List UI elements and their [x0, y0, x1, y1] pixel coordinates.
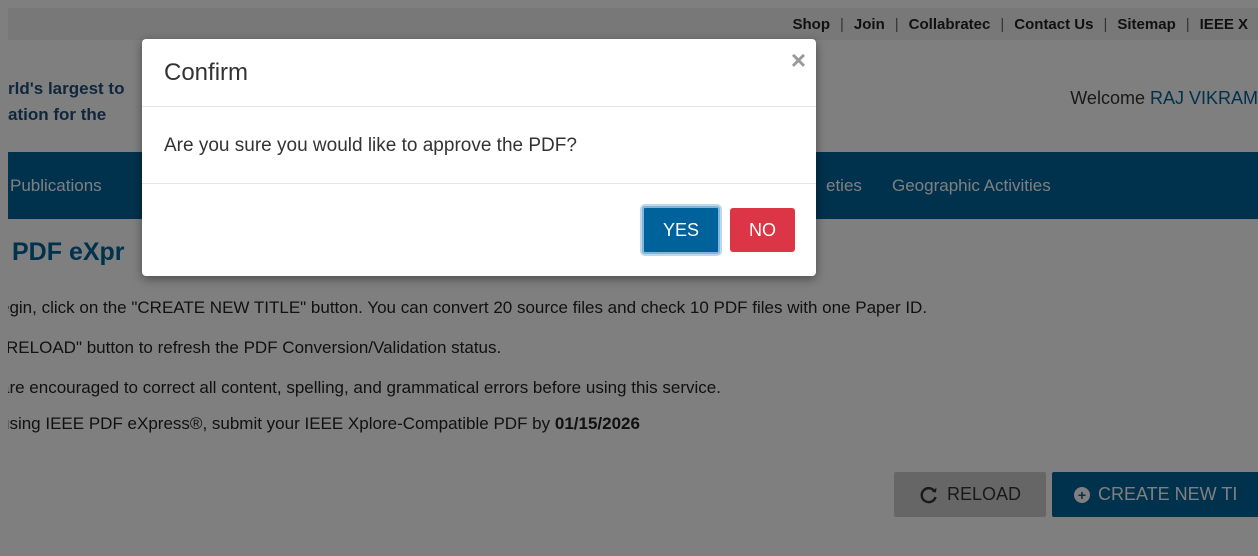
no-button[interactable]: NO [730, 208, 795, 252]
yes-button[interactable]: YES [642, 206, 720, 254]
dialog-header: Confirm × [142, 39, 816, 107]
close-icon[interactable]: × [791, 47, 806, 73]
dialog-body: Are you sure you would like to approve t… [142, 107, 816, 184]
confirm-dialog: Confirm × Are you sure you would like to… [142, 39, 816, 276]
dialog-footer: YES NO [142, 184, 816, 276]
dialog-title: Confirm [164, 59, 249, 86]
dialog-message: Are you sure you would like to approve t… [164, 135, 577, 156]
